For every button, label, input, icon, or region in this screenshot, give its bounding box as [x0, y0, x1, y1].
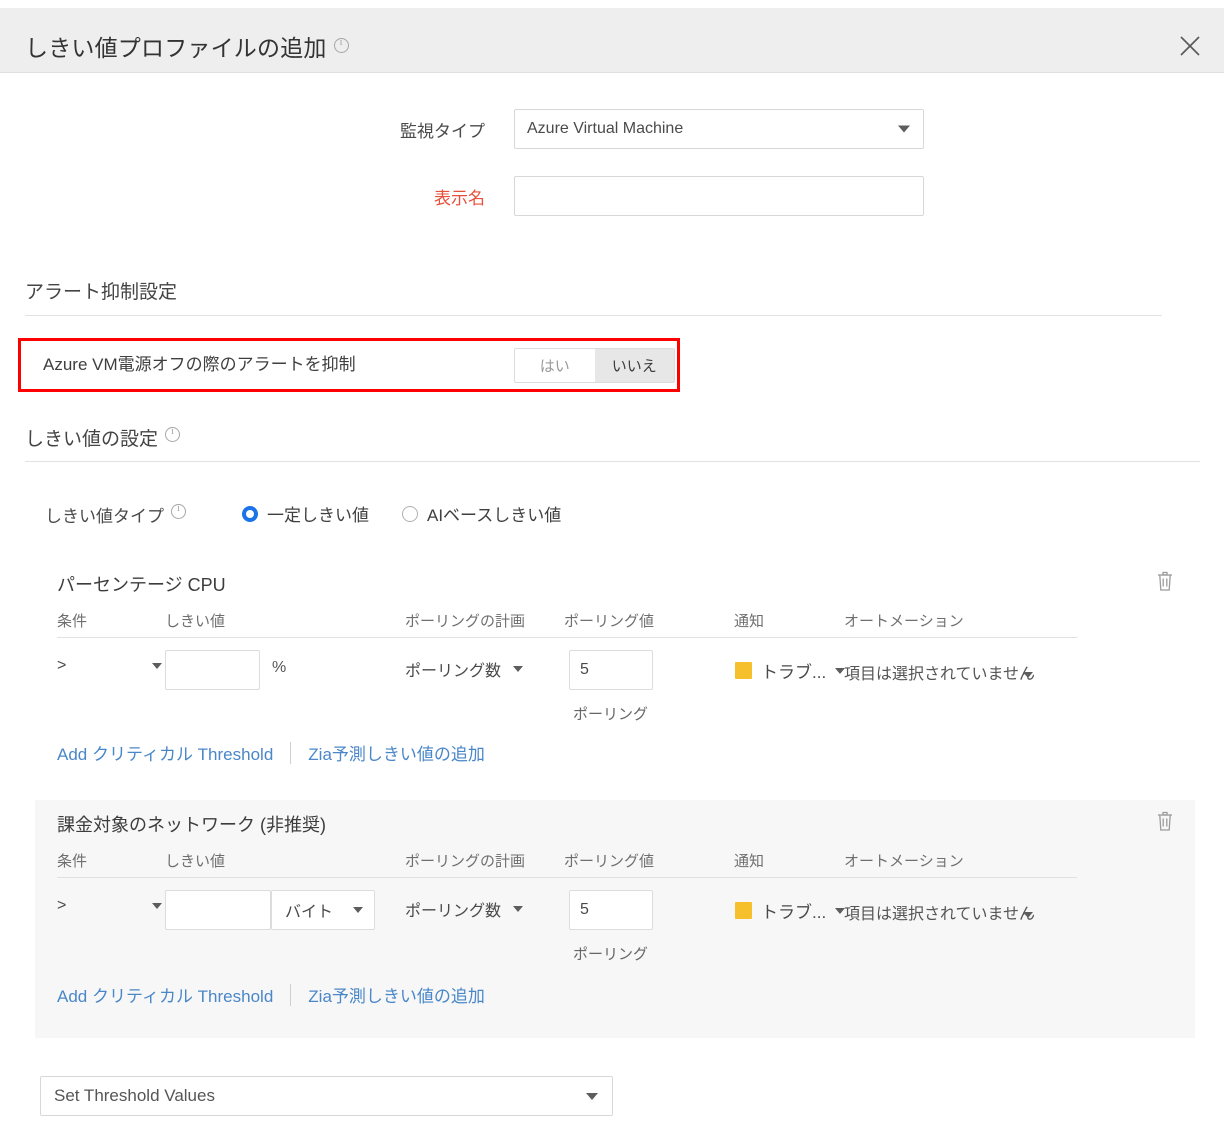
automation-value: 項目は選択されていません	[844, 666, 1035, 683]
add-critical-threshold-link[interactable]: Add クリティカル Threshold	[57, 740, 273, 765]
add-critical-threshold-link[interactable]: Add クリティカル Threshold	[57, 982, 273, 1007]
column-header-notification: 通知	[734, 610, 764, 631]
radio-ai-threshold[interactable]: AIベースしきい値	[402, 501, 561, 526]
threshold-unit-value: バイト	[285, 898, 333, 922]
threshold-type-label: しきい値タイプ	[45, 502, 186, 527]
link-divider	[290, 742, 291, 764]
toggle-option-no[interactable]: いいえ	[595, 349, 675, 382]
chevron-down-icon	[898, 126, 910, 133]
alert-suppression-divider	[25, 315, 1162, 316]
threshold-settings-title-text: しきい値の設定	[25, 429, 158, 450]
close-icon[interactable]	[1174, 30, 1206, 62]
column-header-condition: 条件	[57, 850, 87, 871]
monitor-type-value: Azure Virtual Machine	[527, 120, 683, 137]
column-header-threshold: しきい値	[165, 850, 225, 871]
condition-value: >	[57, 657, 66, 675]
condition-select[interactable]: >	[57, 657, 162, 675]
display-name-row: 表示名	[0, 176, 1224, 216]
toggle-option-yes[interactable]: はい	[515, 349, 595, 382]
radio-static-threshold[interactable]: 一定しきい値	[242, 501, 369, 526]
chevron-down-icon	[353, 907, 363, 913]
column-header-divider	[57, 637, 1077, 638]
dialog-header: しきい値プロファイルの追加	[0, 8, 1224, 73]
column-header-divider	[57, 877, 1077, 878]
condition-value: >	[57, 897, 66, 915]
link-divider	[290, 984, 291, 1006]
polling-plan-select[interactable]: ポーリング数	[405, 897, 523, 921]
threshold-value-input[interactable]	[165, 650, 260, 690]
notification-value: トラブ...	[761, 898, 826, 923]
notification-value: トラブ...	[761, 658, 826, 683]
column-header-polling-value: ポーリング値	[564, 610, 654, 631]
column-header-polling-value: ポーリング値	[564, 850, 654, 871]
column-header-automation: オートメーション	[844, 850, 964, 871]
chevron-down-icon	[152, 663, 162, 669]
chevron-down-icon	[1023, 912, 1033, 918]
polling-plan-value: ポーリング数	[405, 897, 501, 921]
chevron-down-icon	[513, 906, 523, 912]
condition-select[interactable]: >	[57, 897, 162, 915]
page-title-text: しきい値プロファイルの追加	[25, 35, 327, 61]
automation-select[interactable]: 項目は選択されていません	[844, 900, 1033, 924]
metric-card: 課金対象のネットワーク (非推奨) 条件 しきい値 ポーリングの計画 ポーリング…	[35, 800, 1195, 1038]
column-header-notification: 通知	[734, 850, 764, 871]
notification-color-swatch	[735, 662, 752, 679]
trash-icon[interactable]	[1155, 570, 1175, 592]
radio-static-threshold-label: 一定しきい値	[267, 501, 369, 526]
notification-select[interactable]: トラブ...	[735, 658, 845, 683]
polling-plan-value: ポーリング数	[405, 657, 501, 681]
trash-icon[interactable]	[1155, 810, 1175, 832]
polling-value-sub-label: ポーリング	[573, 943, 648, 964]
threshold-value-input[interactable]	[165, 890, 271, 930]
chevron-down-icon	[1023, 672, 1033, 678]
radio-dot-icon	[402, 506, 418, 522]
monitor-type-label: 監視タイプ	[400, 117, 485, 142]
chevron-down-icon	[152, 903, 162, 909]
automation-select[interactable]: 項目は選択されていません	[844, 660, 1033, 684]
chevron-down-icon	[513, 666, 523, 672]
polling-plan-select[interactable]: ポーリング数	[405, 657, 523, 681]
set-threshold-values-label: Set Threshold Values	[54, 1086, 215, 1106]
radio-ai-threshold-label: AIベースしきい値	[427, 501, 561, 526]
threshold-unit-select[interactable]: バイト	[271, 890, 375, 930]
notification-select[interactable]: トラブ...	[735, 898, 845, 923]
column-header-condition: 条件	[57, 610, 87, 631]
column-header-threshold: しきい値	[165, 610, 225, 631]
chevron-down-icon	[586, 1093, 598, 1100]
threshold-unit-label: %	[272, 659, 286, 677]
polling-value-input[interactable]	[569, 890, 653, 930]
column-header-polling-plan: ポーリングの計画	[405, 850, 525, 871]
monitor-type-select[interactable]: Azure Virtual Machine	[514, 109, 924, 149]
notification-color-swatch	[735, 902, 752, 919]
polling-value-sub-label: ポーリング	[573, 703, 648, 724]
monitor-type-row: 監視タイプ Azure Virtual Machine	[0, 109, 1224, 149]
info-icon[interactable]	[165, 427, 180, 442]
metric-title: パーセンテージ CPU	[57, 571, 226, 597]
radio-dot-icon	[242, 506, 258, 522]
threshold-settings-divider	[25, 461, 1200, 462]
zia-forecast-threshold-link[interactable]: Zia予測しきい値の追加	[308, 740, 485, 765]
automation-value: 項目は選択されていません	[844, 906, 1035, 923]
column-header-polling-plan: ポーリングの計画	[405, 610, 525, 631]
suppress-alerts-toggle[interactable]: はい いいえ	[514, 348, 675, 383]
info-icon[interactable]	[171, 504, 186, 519]
metric-card: パーセンテージ CPU 条件 しきい値 ポーリングの計画 ポーリング値 通知 オ…	[35, 560, 1195, 775]
threshold-links: Add クリティカル Threshold Zia予測しきい値の追加	[57, 740, 485, 765]
display-name-label: 表示名	[434, 184, 485, 209]
display-name-input[interactable]	[514, 176, 924, 216]
set-threshold-values-select[interactable]: Set Threshold Values	[40, 1076, 613, 1116]
polling-value-input[interactable]	[569, 650, 653, 690]
suppress-alerts-label: Azure VM電源オフの際のアラートを抑制	[43, 350, 356, 375]
threshold-type-label-text: しきい値タイプ	[45, 507, 164, 526]
threshold-links: Add クリティカル Threshold Zia予測しきい値の追加	[57, 982, 485, 1007]
info-icon[interactable]	[334, 38, 349, 53]
page-title: しきい値プロファイルの追加	[25, 29, 349, 63]
column-header-automation: オートメーション	[844, 610, 964, 631]
threshold-settings-title: しきい値の設定	[25, 424, 180, 451]
metric-title: 課金対象のネットワーク (非推奨)	[57, 811, 326, 837]
alert-suppression-title: アラート抑制設定	[25, 277, 177, 304]
zia-forecast-threshold-link[interactable]: Zia予測しきい値の追加	[308, 982, 485, 1007]
